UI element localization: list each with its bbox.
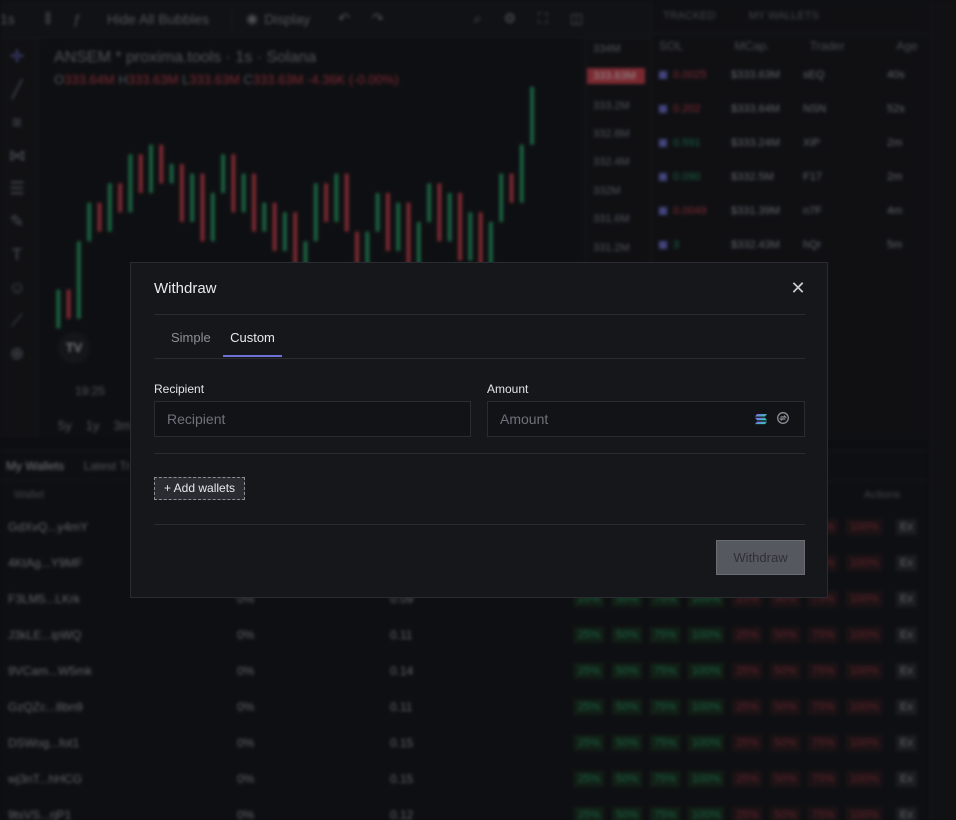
dialog-title: Withdraw xyxy=(154,280,217,297)
divider xyxy=(154,314,805,315)
divider xyxy=(154,453,805,454)
amount-label: Amount xyxy=(487,382,529,396)
recipient-label: Recipient xyxy=(154,382,205,396)
tab-simple[interactable]: Simple xyxy=(171,323,211,357)
divider xyxy=(154,358,805,359)
close-icon[interactable]: ✕ xyxy=(787,277,809,299)
divider xyxy=(154,524,805,525)
withdraw-dialog: Withdraw ✕ Simple Custom Recipient Amoun… xyxy=(130,262,828,598)
solana-icon xyxy=(755,414,767,425)
add-wallets-button[interactable]: + Add wallets xyxy=(154,477,246,500)
withdraw-submit-button[interactable]: Withdraw xyxy=(716,540,805,575)
tab-custom[interactable]: Custom xyxy=(223,323,282,357)
swap-icon[interactable] xyxy=(776,411,790,425)
recipient-input[interactable] xyxy=(154,401,471,437)
